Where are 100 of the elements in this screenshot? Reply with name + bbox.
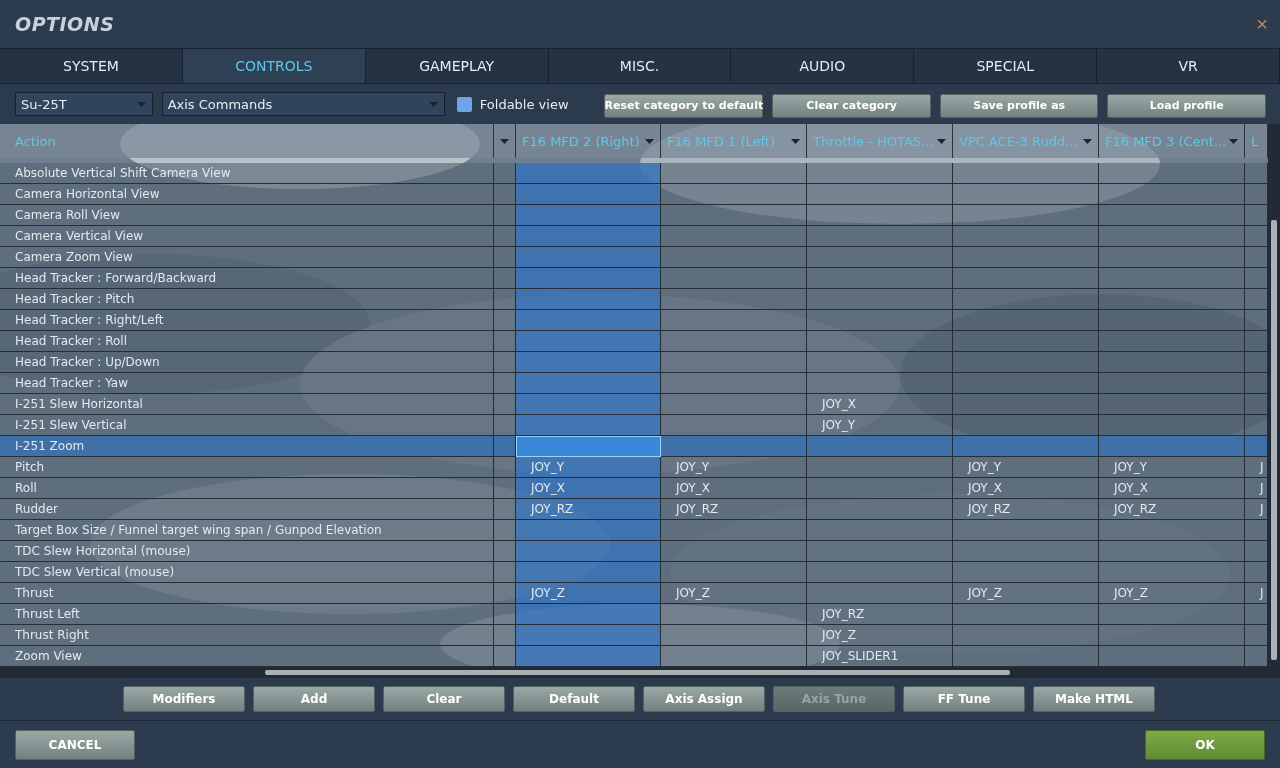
category-dropdown[interactable]: Axis Commands xyxy=(161,92,445,116)
binding-cell[interactable] xyxy=(1245,184,1268,205)
aircraft-dropdown[interactable]: Su-25T xyxy=(15,92,153,116)
action-cell[interactable]: TDC Slew Vertical (mouse) xyxy=(0,562,494,583)
binding-cell[interactable] xyxy=(807,205,953,226)
binding-cell[interactable] xyxy=(1245,352,1268,373)
toolbar-button[interactable]: Save profile as xyxy=(939,93,1099,118)
binding-cell[interactable] xyxy=(953,331,1099,352)
binding-cell[interactable] xyxy=(807,541,953,562)
binding-cell[interactable] xyxy=(1099,394,1245,415)
binding-cell[interactable] xyxy=(1245,415,1268,436)
binding-cell[interactable] xyxy=(1099,268,1245,289)
binding-cell[interactable]: J xyxy=(1245,583,1268,604)
binding-cell[interactable] xyxy=(1245,289,1268,310)
action-cell[interactable]: I-251 Slew Horizontal xyxy=(0,394,494,415)
binding-cell[interactable] xyxy=(807,268,953,289)
action-cell[interactable]: Thrust Left xyxy=(0,604,494,625)
binding-cell[interactable] xyxy=(953,541,1099,562)
binding-cell[interactable] xyxy=(516,163,661,184)
binding-cell[interactable] xyxy=(953,247,1099,268)
action-cell[interactable]: Absolute Vertical Shift Camera View xyxy=(0,163,494,184)
binding-cell[interactable] xyxy=(953,604,1099,625)
action-button[interactable]: Default xyxy=(513,686,635,712)
binding-cell[interactable]: J xyxy=(1245,457,1268,478)
binding-cell[interactable] xyxy=(953,310,1099,331)
binding-cell[interactable] xyxy=(1099,331,1245,352)
binding-cell[interactable]: JOY_Z xyxy=(953,583,1099,604)
binding-cell[interactable]: JOY_X xyxy=(661,478,807,499)
tab[interactable]: CONTROLS xyxy=(182,49,366,83)
binding-cell[interactable] xyxy=(1245,394,1268,415)
binding-cell[interactable] xyxy=(1099,562,1245,583)
action-cell[interactable]: I-251 Slew Vertical xyxy=(0,415,494,436)
checkbox[interactable] xyxy=(456,96,472,112)
toolbar-button[interactable]: Reset category to default xyxy=(604,93,764,118)
binding-cell[interactable] xyxy=(1245,247,1268,268)
binding-cell[interactable]: J xyxy=(1245,499,1268,520)
ok-button[interactable]: OK xyxy=(1145,730,1265,760)
binding-cell[interactable] xyxy=(1099,604,1245,625)
binding-cell[interactable] xyxy=(661,541,807,562)
binding-cell[interactable] xyxy=(953,394,1099,415)
binding-cell[interactable]: JOY_Y xyxy=(807,415,953,436)
binding-cell[interactable] xyxy=(1099,373,1245,394)
binding-cell[interactable] xyxy=(953,184,1099,205)
binding-cell[interactable] xyxy=(953,226,1099,247)
binding-cell[interactable] xyxy=(661,247,807,268)
binding-cell[interactable] xyxy=(953,268,1099,289)
vertical-scrollbar[interactable] xyxy=(1268,124,1280,667)
binding-cell[interactable] xyxy=(807,457,953,478)
action-cell[interactable]: Head Tracker : Roll xyxy=(0,331,494,352)
binding-cell[interactable] xyxy=(516,415,661,436)
binding-cell[interactable] xyxy=(516,247,661,268)
binding-cell[interactable] xyxy=(1245,331,1268,352)
binding-cell[interactable] xyxy=(1099,646,1245,667)
binding-cell[interactable] xyxy=(953,625,1099,646)
binding-cell[interactable] xyxy=(661,415,807,436)
binding-cell[interactable]: JOY_Z xyxy=(661,583,807,604)
binding-cell[interactable] xyxy=(661,184,807,205)
action-cell[interactable]: I-251 Zoom xyxy=(0,436,494,457)
action-button[interactable]: FF Tune xyxy=(903,686,1025,712)
binding-cell[interactable] xyxy=(1099,352,1245,373)
binding-cell[interactable] xyxy=(1245,205,1268,226)
binding-cell[interactable] xyxy=(807,499,953,520)
binding-cell[interactable] xyxy=(661,226,807,247)
binding-cell[interactable] xyxy=(807,478,953,499)
binding-cell[interactable] xyxy=(1099,205,1245,226)
action-button[interactable]: Axis Assign xyxy=(643,686,765,712)
binding-cell[interactable] xyxy=(661,373,807,394)
binding-cell[interactable] xyxy=(1245,268,1268,289)
binding-cell[interactable] xyxy=(953,352,1099,373)
binding-cell[interactable] xyxy=(516,352,661,373)
binding-cell[interactable] xyxy=(661,289,807,310)
binding-cell[interactable]: JOY_Y xyxy=(1099,457,1245,478)
binding-cell[interactable] xyxy=(661,520,807,541)
action-cell[interactable]: Head Tracker : Yaw xyxy=(0,373,494,394)
tab[interactable]: SPECIAL xyxy=(914,49,1098,83)
action-cell[interactable]: Zoom View xyxy=(0,646,494,667)
binding-cell[interactable] xyxy=(1099,436,1245,457)
binding-cell[interactable] xyxy=(516,331,661,352)
binding-cell[interactable] xyxy=(953,562,1099,583)
binding-cell[interactable] xyxy=(1245,373,1268,394)
binding-cell[interactable] xyxy=(1099,415,1245,436)
toolbar-button[interactable]: Clear category xyxy=(772,93,931,118)
binding-cell[interactable] xyxy=(953,520,1099,541)
action-cell[interactable]: Rudder xyxy=(0,499,494,520)
binding-cell[interactable] xyxy=(953,289,1099,310)
binding-cell[interactable]: J xyxy=(1245,478,1268,499)
binding-cell[interactable] xyxy=(1099,625,1245,646)
binding-cell[interactable] xyxy=(1099,310,1245,331)
binding-cell[interactable] xyxy=(661,310,807,331)
binding-cell[interactable] xyxy=(953,436,1099,457)
action-cell[interactable]: Camera Roll View xyxy=(0,205,494,226)
action-cell[interactable]: Camera Zoom View xyxy=(0,247,494,268)
binding-cell[interactable] xyxy=(1245,226,1268,247)
action-cell[interactable]: Head Tracker : Right/Left xyxy=(0,310,494,331)
binding-cell[interactable] xyxy=(807,289,953,310)
binding-cell[interactable]: JOY_Z xyxy=(1099,583,1245,604)
binding-cell[interactable] xyxy=(516,289,661,310)
binding-cell[interactable]: JOY_RZ xyxy=(661,499,807,520)
binding-cell[interactable] xyxy=(807,184,953,205)
binding-cell[interactable]: JOY_SLIDER1 xyxy=(807,646,953,667)
